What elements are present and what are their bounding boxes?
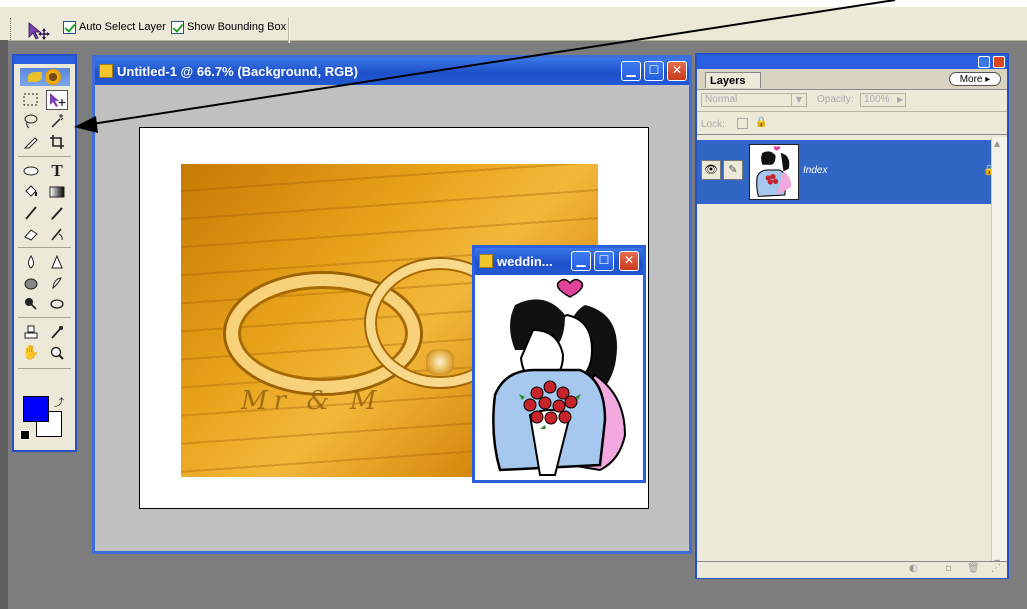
history-brush-tool-icon[interactable] <box>46 224 68 244</box>
clipart-window: weddin... ▁ ☐ ✕ <box>472 245 646 483</box>
scroll-up-icon[interactable]: ▲ <box>994 139 1000 148</box>
layer-list: 👁 ✎ Index 🔒 <box>697 137 995 569</box>
default-colors-icon[interactable] <box>20 430 30 440</box>
paint-bucket-tool-icon[interactable] <box>20 182 42 202</box>
magic-wand-tool-icon[interactable] <box>46 111 68 131</box>
maximize-button[interactable]: ☐ <box>644 61 664 81</box>
toolbar-grip[interactable] <box>10 18 13 40</box>
workspace-edge <box>0 40 8 609</box>
type-tool-icon[interactable]: T <box>46 161 68 181</box>
options-separator <box>288 17 290 43</box>
minimize-button[interactable]: ▁ <box>571 251 591 271</box>
toolbox-separator <box>18 247 71 248</box>
wedding-couple-clipart[interactable] <box>475 275 643 480</box>
blur-tool-icon[interactable] <box>20 252 42 272</box>
clipart-titlebar[interactable]: weddin... ▁ ☐ ✕ <box>475 248 643 275</box>
marquee-tool-icon[interactable] <box>20 90 42 110</box>
palette-divider <box>697 111 1007 112</box>
pencil-tool-icon[interactable] <box>46 203 68 223</box>
layer-row[interactable]: 👁 ✎ Index 🔒 <box>697 140 995 204</box>
clipart-title: weddin... <box>497 254 553 269</box>
layers-palette-titlebar[interactable] <box>697 55 1007 69</box>
eraser-tool-icon[interactable] <box>20 224 42 244</box>
move-tool-icon[interactable] <box>26 20 52 42</box>
eye-visibility-icon[interactable]: 👁 <box>701 160 721 180</box>
show-bounding-box-label: Show Bounding Box <box>187 21 287 33</box>
toolbox: T ✋ ⤴ <box>12 54 77 452</box>
resize-grip-icon[interactable]: ⋰ <box>991 563 1001 574</box>
zoom-tool-icon[interactable] <box>46 343 68 363</box>
photoshop-document-icon <box>99 64 113 78</box>
lock-label: Lock: <box>701 119 725 130</box>
opacity-label: Opacity: <box>817 94 854 105</box>
layers-palette: Layers More ▸ Normal ▼ Opacity: 100% ▶ L… <box>695 53 1009 579</box>
slice-tool-icon[interactable] <box>20 132 42 152</box>
auto-select-layer-checkbox[interactable] <box>63 21 76 34</box>
lock-icon[interactable]: 🔒 <box>755 117 767 128</box>
more-button[interactable]: More ▸ <box>949 72 1001 86</box>
shape-tool-icon[interactable] <box>46 294 68 314</box>
palette-minimize-button[interactable] <box>978 56 990 68</box>
photo-script-text: Mr & M <box>241 386 383 416</box>
lasso-tool-icon[interactable] <box>20 111 42 131</box>
palette-divider <box>697 134 1007 135</box>
blend-mode-dropdown-icon[interactable]: ▼ <box>791 93 807 107</box>
opacity-slider-icon[interactable]: ▶ <box>897 95 903 104</box>
document-title: Untitled-1 @ 66.7% (Background, RGB) <box>117 64 358 79</box>
layers-footer: ◐ ▫ 🗑 ⋰ <box>697 561 1007 578</box>
ring-gem <box>426 349 454 375</box>
options-bar: Auto Select Layer Show Bounding Box <box>0 7 1027 43</box>
palette-close-button[interactable] <box>993 56 1005 68</box>
healing-brush-tool-icon[interactable] <box>20 161 42 181</box>
swap-colors-icon[interactable]: ⤴ <box>54 394 64 409</box>
tab-layers[interactable]: Layers <box>705 72 761 88</box>
eyedropper-tool-icon[interactable] <box>46 322 68 342</box>
smudge-tool-icon[interactable] <box>46 273 68 293</box>
path-selection-tool-icon[interactable] <box>20 294 42 314</box>
minimize-button[interactable]: ▁ <box>621 61 641 81</box>
close-button[interactable]: ✕ <box>667 61 687 81</box>
adjustment-layer-icon[interactable]: ◐ <box>909 563 918 574</box>
brush-tool-icon[interactable] <box>20 203 42 223</box>
sunflower-logo-icon[interactable] <box>20 68 70 86</box>
hand-tool-icon[interactable]: ✋ <box>20 343 42 363</box>
layer-name[interactable]: Index <box>803 165 827 176</box>
gradient-tool-icon[interactable] <box>46 182 68 202</box>
foreground-color-swatch[interactable] <box>23 396 49 422</box>
photoshop-document-icon <box>479 254 493 268</box>
close-button[interactable]: ✕ <box>619 251 639 271</box>
toolbox-titlebar[interactable] <box>14 56 75 64</box>
crop-tool-icon[interactable] <box>46 132 68 152</box>
layer-link-brush-icon[interactable]: ✎ <box>723 160 743 180</box>
new-layer-icon[interactable]: ▫ <box>945 563 952 574</box>
layer-thumbnail <box>749 144 799 200</box>
palette-tab-row: Layers More ▸ <box>697 69 1007 90</box>
lock-transparency-checkbox[interactable] <box>737 118 748 129</box>
document-titlebar[interactable]: Untitled-1 @ 66.7% (Background, RGB) ▁ ☐… <box>95 58 689 85</box>
auto-select-layer-label: Auto Select Layer <box>79 21 166 33</box>
show-bounding-box-checkbox[interactable] <box>171 21 184 34</box>
stamp-tool-icon[interactable] <box>20 322 42 342</box>
toolbox-separator <box>18 317 71 318</box>
dodge-tool-icon[interactable] <box>20 273 42 293</box>
top-strip <box>0 0 1027 7</box>
trash-icon[interactable]: 🗑 <box>967 563 980 574</box>
sharpen-tool-icon[interactable] <box>46 252 68 272</box>
layers-scrollbar[interactable]: ▲ ▼ <box>991 137 1007 569</box>
move-tool-selected-icon[interactable] <box>46 90 68 110</box>
toolbox-separator <box>18 368 71 369</box>
maximize-button[interactable]: ☐ <box>594 251 614 271</box>
toolbox-separator <box>18 156 71 157</box>
